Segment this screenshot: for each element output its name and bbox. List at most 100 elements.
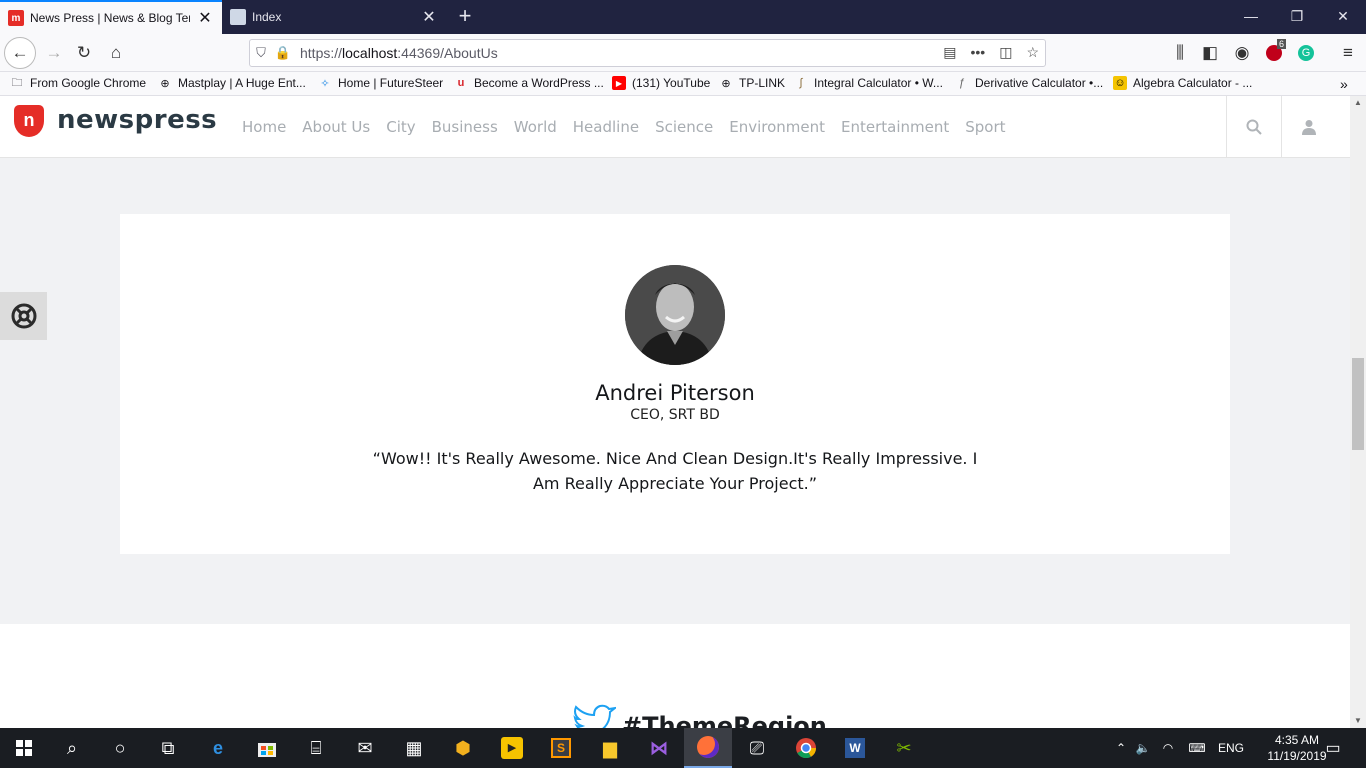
nav-science[interactable]: Science [655, 118, 713, 136]
tab-title: Index [252, 10, 282, 24]
media-player-icon[interactable]: ▶ [488, 728, 536, 768]
bookmarks-toolbar: 🗀 From Google Chrome ⊕ Mastplay | A Huge E… [0, 72, 1366, 96]
task-view-icon[interactable]: ⧉ [144, 728, 192, 768]
bookmark-item[interactable]: ✧ Home | FutureSteer [318, 76, 443, 90]
menu-icon[interactable]: ≡ [1334, 39, 1362, 67]
nav-business[interactable]: Business [432, 118, 498, 136]
pocket-icon[interactable]: ◫ [999, 44, 1012, 61]
wifi-icon[interactable]: ◠ [1156, 741, 1180, 755]
folder-icon: 🗀 [11, 76, 23, 89]
tab-news-press[interactable]: m News Press | News & Blog Tem ✕ [0, 0, 222, 34]
bookmark-item[interactable]: ƒ Derivative Calculator •... [955, 76, 1103, 90]
library-icon[interactable]: ⫼ [1166, 39, 1194, 67]
tab-index[interactable]: Index ✕ [222, 0, 446, 34]
nav-entertainment[interactable]: Entertainment [841, 118, 949, 136]
chrome-icon[interactable] [782, 728, 830, 768]
testimonial-role: CEO, SRT BD [630, 407, 720, 423]
address-bar[interactable]: ⛉ 🔒 https://localhost:44369/AboutUs ▤ ••… [249, 39, 1046, 67]
globe-icon: ⊕ [160, 77, 170, 90]
edge-icon[interactable]: e [194, 728, 242, 768]
bookmark-folder[interactable]: 🗀 From Google Chrome [10, 76, 147, 90]
show-hidden-icons-icon[interactable]: ⌃ [1112, 741, 1130, 755]
twitter-heading: #ThemeRegion [572, 704, 827, 728]
mail-icon[interactable]: ✉ [341, 728, 389, 768]
bookmark-item[interactable]: ⊕ TP-LINK [719, 76, 785, 90]
tab-title: News Press | News & Blog Tem [30, 11, 190, 25]
testimonial-card: Andrei Piterson CEO, SRT BD “Wow!! It's … [120, 214, 1230, 554]
visual-studio-icon[interactable]: ⋈ [635, 728, 683, 768]
twitter-section: #ThemeRegion [0, 624, 1350, 728]
grammarly-icon[interactable]: G [1292, 39, 1320, 67]
bookmark-item[interactable]: ∫ Integral Calculator • W... [794, 76, 942, 90]
3d-builder-icon[interactable]: ⬢ [439, 728, 487, 768]
newspress-logo-icon[interactable]: n [14, 105, 44, 137]
reader-view-icon[interactable]: ▤ [943, 44, 956, 61]
volume-icon[interactable]: 🔈 [1130, 741, 1156, 755]
more-bookmarks-icon[interactable]: » [1340, 76, 1348, 92]
site-logo-text[interactable]: newspress [57, 105, 217, 135]
page-actions-icon[interactable]: ••• [970, 44, 985, 61]
adblock-icon[interactable]: 6 [1260, 39, 1288, 67]
close-tab-icon[interactable]: ✕ [196, 8, 214, 28]
file-explorer-icon[interactable]: ▆ [586, 728, 634, 768]
tracking-shield-icon[interactable]: ⛉ [250, 45, 272, 61]
notifications-icon[interactable]: ▭ [1310, 728, 1356, 768]
store-icon[interactable] [243, 728, 291, 768]
twitter-bird-icon [573, 704, 616, 728]
bookmark-item[interactable]: ⊕ Mastplay | A Huge Ent... [158, 76, 305, 90]
testimonial-name: Andrei Piterson [595, 381, 755, 405]
page-scrollbar[interactable]: ▲ ▼ [1350, 96, 1366, 728]
search-button[interactable] [1226, 96, 1280, 158]
nav-about-us[interactable]: About Us [302, 118, 370, 136]
cortana-icon[interactable]: ○ [96, 728, 144, 768]
globe-icon: ⊕ [721, 77, 731, 90]
keyboard-icon[interactable]: ⌨ [1180, 741, 1214, 755]
bookmark-item[interactable]: ☺ Algebra Calculator - ... [1113, 76, 1252, 90]
main-navigation: Home About Us City Business World Headli… [242, 118, 1006, 136]
bookmark-star-icon[interactable]: ☆ [1026, 44, 1039, 61]
start-button[interactable] [0, 728, 48, 768]
nav-home[interactable]: Home [242, 118, 286, 136]
sidebar-icon[interactable]: ◧ [1196, 39, 1224, 67]
language-indicator[interactable]: ENG [1214, 741, 1248, 755]
account-icon[interactable]: ◉ [1228, 39, 1256, 67]
minimize-icon[interactable]: — [1228, 0, 1274, 34]
snipping-tool-icon[interactable]: ✂ [880, 728, 928, 768]
scroll-down-icon[interactable]: ▼ [1350, 714, 1366, 728]
firefox-icon[interactable] [684, 728, 732, 768]
page-favicon-icon [230, 9, 246, 25]
windows-taskbar: ⌕ ○ ⧉ e ⌸ ✉ ▦ ⬢ ▶ S ▆ ⋈ ⎚ W ✂ ⌃ 🔈 ◠ ⌨ EN… [0, 728, 1366, 768]
close-tab-icon[interactable]: ✕ [420, 7, 438, 27]
connect-icon[interactable]: ⌸ [292, 728, 340, 768]
restore-icon[interactable]: ❐ [1274, 0, 1320, 34]
integral-icon: ∫ [799, 77, 803, 89]
nav-headline[interactable]: Headline [573, 118, 639, 136]
bookmark-item[interactable]: ▶ (131) YouTube [612, 76, 710, 90]
url-text[interactable]: https://localhost:44369/AboutUs [300, 45, 498, 61]
nav-world[interactable]: World [514, 118, 557, 136]
settings-widget[interactable] [0, 292, 47, 340]
nav-environment[interactable]: Environment [729, 118, 825, 136]
new-tab-icon[interactable]: + [452, 4, 478, 30]
remote-desktop-icon[interactable]: ⎚ [733, 728, 781, 768]
navigation-toolbar: ← → ↻ ⌂ ⛉ 🔒 https://localhost:44369/Abou… [0, 34, 1366, 72]
lock-warning-icon[interactable]: 🔒 [272, 45, 294, 61]
nav-sport[interactable]: Sport [965, 118, 1005, 136]
home-button[interactable]: ⌂ [102, 39, 130, 67]
user-button[interactable] [1281, 96, 1335, 158]
nav-city[interactable]: City [386, 118, 415, 136]
scroll-up-icon[interactable]: ▲ [1350, 96, 1366, 110]
sublime-text-icon[interactable]: S [537, 728, 585, 768]
scrollbar-thumb[interactable] [1352, 358, 1364, 450]
reload-button[interactable]: ↻ [70, 39, 98, 67]
twitter-handle[interactable]: #ThemeRegion [622, 712, 827, 728]
search-taskbar-icon[interactable]: ⌕ [48, 728, 96, 768]
back-button[interactable]: ← [4, 37, 36, 69]
page-viewport: n newspress Home About Us City Business … [0, 96, 1350, 728]
word-icon[interactable]: W [831, 728, 879, 768]
calculator-icon[interactable]: ▦ [390, 728, 438, 768]
browser-tab-strip: m News Press | News & Blog Tem ✕ Index ✕… [0, 0, 1366, 34]
close-window-icon[interactable]: ✕ [1320, 0, 1366, 34]
bookmark-item[interactable]: u Become a WordPress ... [454, 76, 604, 90]
forward-button[interactable]: → [40, 39, 68, 67]
